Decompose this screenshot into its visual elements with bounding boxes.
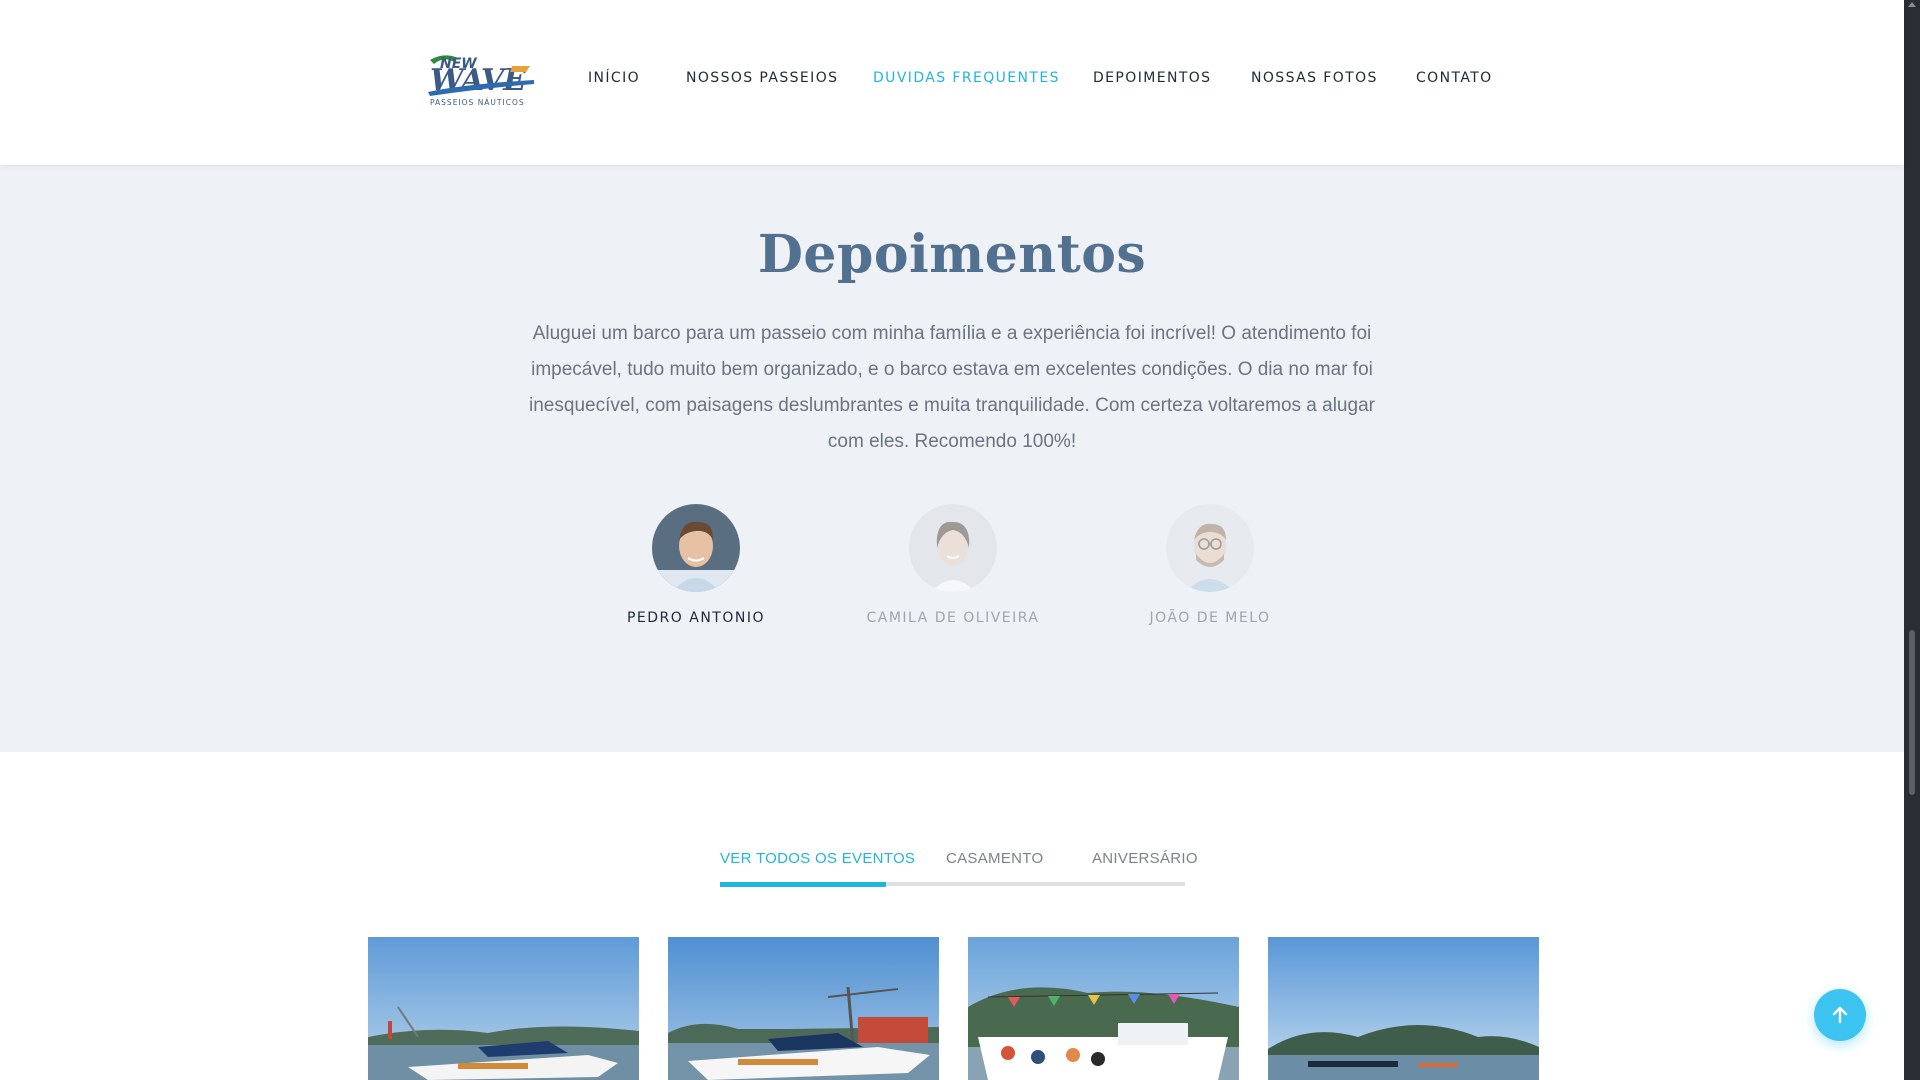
testimonials-section: Depoimentos Aluguei um barco para um pas… xyxy=(0,166,1904,752)
section-title: Depoimentos xyxy=(757,224,1147,285)
avatar xyxy=(1166,504,1254,592)
nav-depoimentos[interactable]: DEPOIMENTOS xyxy=(1093,70,1211,86)
bay-island-photo[interactable] xyxy=(1268,937,1539,1080)
logo-tagline: PASSEIOS NÁUTICOS xyxy=(430,98,525,107)
testimonial-person-pedro[interactable]: PEDRO ANTONIO xyxy=(596,504,796,626)
testimonial-quote: Aluguei um barco para um passeio com min… xyxy=(529,323,1375,452)
nav-nossos-passeios[interactable]: NOSSOS PASSEIOS xyxy=(686,70,838,86)
site-header: NEW WAVE PASSEIOS NÁUTICOS INÍCIO NOSSOS… xyxy=(0,0,1904,166)
testimonial-person-joao[interactable]: JOÃO DE MELO xyxy=(1110,504,1310,626)
person-name: CAMILA DE OLIVEIRA xyxy=(866,610,1040,626)
speedboat-crane-photo[interactable] xyxy=(668,937,939,1080)
back-to-top-button[interactable] xyxy=(1814,989,1866,1041)
brand-logo[interactable]: NEW WAVE PASSEIOS NÁUTICOS xyxy=(426,50,536,108)
tab-casamento[interactable]: CASAMENTO xyxy=(946,850,1043,867)
testimonial-person-camila[interactable]: CAMILA DE OLIVEIRA xyxy=(853,504,1053,626)
nav-nossas-fotos[interactable]: NOSSAS FOTOS xyxy=(1251,70,1378,86)
speedboat-harbor-photo[interactable] xyxy=(368,937,639,1080)
page-scrollbar[interactable] xyxy=(1904,0,1920,1080)
tab-ver-todos[interactable]: VER TODOS OS EVENTOS xyxy=(720,850,915,867)
scroll-thumb[interactable] xyxy=(1909,630,1915,795)
person-name: PEDRO ANTONIO xyxy=(626,610,765,626)
person-name: JOÃO DE MELO xyxy=(1149,610,1271,626)
nav-duvidas-frequentes[interactable]: DUVIDAS FREQUENTES xyxy=(873,70,1060,86)
nav-inicio[interactable]: INÍCIO xyxy=(588,70,640,86)
wave-logo-icon: NEW WAVE PASSEIOS NÁUTICOS xyxy=(428,55,534,107)
party-yacht-photo[interactable] xyxy=(968,937,1239,1080)
avatar xyxy=(909,504,997,592)
nav-contato[interactable]: CONTATO xyxy=(1416,70,1493,86)
tab-active-indicator xyxy=(720,882,886,887)
avatar xyxy=(652,504,740,592)
scroll-up-arrow-icon[interactable] xyxy=(1908,2,1916,7)
arrow-up-icon xyxy=(1832,1006,1848,1024)
tab-aniversario[interactable]: ANIVERSÁRIO xyxy=(1092,850,1198,867)
event-tabs: VER TODOS OS EVENTOS CASAMENTO ANIVERSÁR… xyxy=(720,850,1198,888)
